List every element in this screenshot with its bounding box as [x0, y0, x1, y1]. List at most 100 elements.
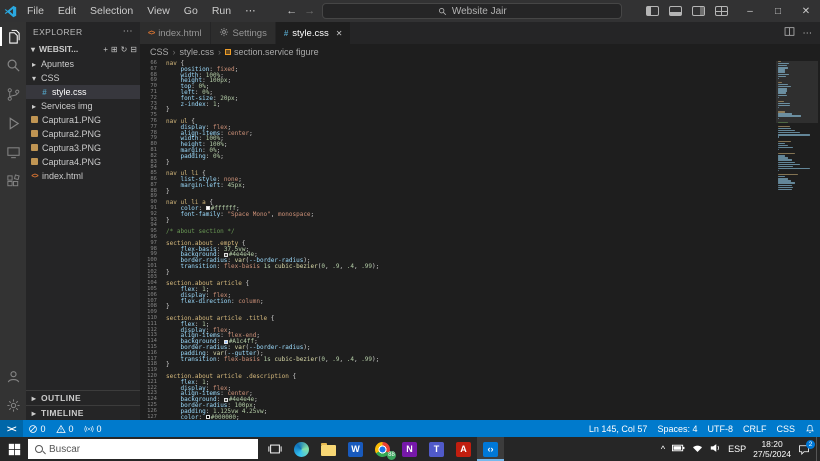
- cursor-position[interactable]: Ln 145, Col 57: [584, 420, 653, 437]
- taskbar-app-edge[interactable]: [288, 437, 315, 461]
- maximize-button[interactable]: □: [764, 0, 792, 22]
- menu-file[interactable]: File: [20, 0, 51, 22]
- tree-item-captura4-png[interactable]: Captura4.PNG: [26, 155, 140, 169]
- minimap-line: [778, 74, 789, 75]
- new-folder-icon[interactable]: ⊞: [111, 45, 118, 54]
- panel-outline[interactable]: ▸OUTLINE: [26, 390, 140, 405]
- language-indicator[interactable]: ESP: [728, 444, 746, 454]
- manage-icon[interactable]: [0, 391, 26, 420]
- source-control-icon[interactable]: [0, 80, 26, 109]
- search-icon[interactable]: [0, 51, 26, 80]
- html-icon: <>: [148, 30, 154, 37]
- minimap-line: [778, 176, 785, 177]
- show-desktop-button[interactable]: [816, 437, 820, 461]
- tree-item-index-html[interactable]: <>index.html: [26, 169, 140, 183]
- taskbar-app-file-explorer[interactable]: [315, 437, 342, 461]
- taskbar-app-vscode[interactable]: ‹›: [477, 437, 504, 461]
- tree-item-css[interactable]: ▾CSS: [26, 71, 140, 85]
- notification-center-button[interactable]: 2: [798, 444, 810, 455]
- taskbar-search-input[interactable]: Buscar: [28, 439, 258, 459]
- chevron-down-icon: ▾: [30, 74, 38, 83]
- minimap-line: [778, 141, 791, 142]
- remote-indicator[interactable]: ><: [0, 420, 23, 437]
- minimap-line: [778, 180, 791, 181]
- minimize-button[interactable]: –: [736, 0, 764, 22]
- tree-item-captura1-png[interactable]: Captura1.PNG: [26, 113, 140, 127]
- start-button[interactable]: [0, 437, 28, 461]
- tab-label: Settings: [233, 28, 267, 39]
- remote-explorer-icon[interactable]: [0, 138, 26, 167]
- collapse-all-icon[interactable]: ⊟: [130, 45, 137, 54]
- ports-forwarded[interactable]: 0: [79, 420, 107, 437]
- panel-timeline[interactable]: ▸TIMELINE: [26, 405, 140, 420]
- menu-go[interactable]: Go: [177, 0, 205, 22]
- taskbar-app-word[interactable]: W: [342, 437, 369, 461]
- tab-style-css[interactable]: #style.css✕: [276, 22, 352, 44]
- tab-settings[interactable]: Settings: [211, 22, 276, 44]
- breadcrumb-item-style-css[interactable]: style.css: [180, 47, 215, 57]
- encoding[interactable]: UTF-8: [702, 420, 738, 437]
- explorer-title: EXPLORER: [33, 27, 83, 37]
- tree-item-style-css[interactable]: #style.css: [26, 85, 140, 99]
- problems-warnings[interactable]: 0: [51, 420, 79, 437]
- tree-item-captura2-png[interactable]: Captura2.PNG: [26, 127, 140, 141]
- account-icon[interactable]: [0, 362, 26, 391]
- minimap-line: [778, 97, 779, 98]
- windows-logo-icon: [8, 443, 21, 456]
- menu-view[interactable]: View: [140, 0, 177, 22]
- indentation[interactable]: Spaces: 4: [652, 420, 702, 437]
- extensions-icon[interactable]: [0, 167, 26, 196]
- toggle-primary-sidebar-icon[interactable]: [646, 6, 659, 16]
- tab-index-html[interactable]: <>index.html: [140, 22, 211, 44]
- menu-selection[interactable]: Selection: [83, 0, 140, 22]
- nav-back-icon[interactable]: ←: [286, 5, 297, 17]
- split-editor-icon[interactable]: [784, 26, 795, 40]
- hidden-icons-chevron[interactable]: ^: [661, 444, 665, 454]
- css-file-icon: #: [40, 88, 49, 97]
- image-file-icon: [30, 129, 39, 139]
- explorer-icon[interactable]: [0, 22, 26, 51]
- views-more-icon[interactable]: ⋯: [123, 26, 133, 37]
- notifications[interactable]: [800, 420, 820, 437]
- close-icon[interactable]: ✕: [336, 29, 343, 38]
- chevron-right-icon: ▸: [30, 394, 38, 403]
- onenote-icon: N: [402, 442, 417, 457]
- taskbar-app-task-view[interactable]: [261, 437, 288, 461]
- sidebar-panels: ▸OUTLINE▸TIMELINE: [26, 390, 140, 420]
- taskbar-app-acrobat[interactable]: A: [450, 437, 477, 461]
- code-editor[interactable]: 66nav {67 position: fixed;68 width: 100%…: [140, 59, 820, 420]
- refresh-icon[interactable]: ↻: [121, 45, 128, 54]
- close-button[interactable]: ✕: [792, 0, 820, 22]
- toggle-panel-icon[interactable]: [669, 6, 682, 16]
- tree-item-captura3-png[interactable]: Captura3.PNG: [26, 141, 140, 155]
- battery-icon[interactable]: [672, 443, 685, 455]
- clock[interactable]: 18:2027/5/2024: [753, 439, 791, 459]
- network-icon[interactable]: [692, 444, 703, 455]
- window-controls: –□✕: [736, 0, 820, 22]
- command-center-search[interactable]: Website Jair: [322, 3, 622, 19]
- breadcrumb-item-section-service-figure[interactable]: section.service figure: [225, 47, 319, 57]
- volume-icon[interactable]: [710, 443, 721, 455]
- nav-forward-icon[interactable]: →: [304, 5, 315, 17]
- menu-edit[interactable]: Edit: [51, 0, 83, 22]
- breadcrumb-item-css[interactable]: CSS: [150, 47, 169, 57]
- taskbar-app-teams[interactable]: T: [423, 437, 450, 461]
- problems-errors[interactable]: 0: [23, 420, 51, 437]
- end-of-line[interactable]: CRLF: [738, 420, 772, 437]
- tree-item-apuntes[interactable]: ▸Apuntes: [26, 57, 140, 71]
- panel-label: TIMELINE: [41, 408, 84, 418]
- taskbar-app-onenote[interactable]: N: [396, 437, 423, 461]
- menu-run[interactable]: Run: [205, 0, 238, 22]
- tree-item-services-img[interactable]: ▸Services img: [26, 99, 140, 113]
- taskbar-app-chrome[interactable]: 88: [369, 437, 396, 461]
- language-mode[interactable]: CSS: [771, 420, 800, 437]
- code-line[interactable]: 127 color: #000000;: [140, 415, 820, 420]
- menu-more[interactable]: ⋯: [238, 0, 263, 22]
- more-actions-icon[interactable]: ⋯: [803, 28, 813, 39]
- minimap[interactable]: [778, 61, 814, 191]
- run-and-debug-icon[interactable]: [0, 109, 26, 138]
- new-file-icon[interactable]: +: [103, 45, 108, 54]
- toggle-secondary-sidebar-icon[interactable]: [692, 6, 705, 16]
- workspace-section-header[interactable]: ▾ WEBSIT... +⊞↻⊟: [26, 41, 140, 57]
- customize-layout-icon[interactable]: [715, 6, 728, 16]
